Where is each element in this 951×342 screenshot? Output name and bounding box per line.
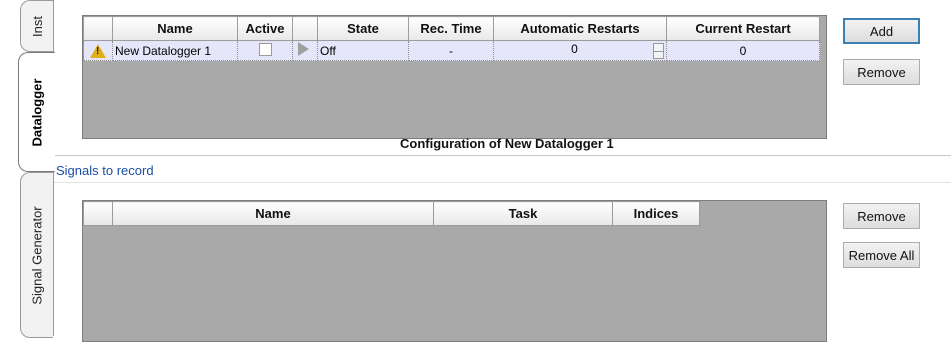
column-header-current-restart[interactable]: Current Restart: [666, 16, 820, 41]
tab-signal-generator[interactable]: Signal Generator: [20, 172, 53, 338]
warning-icon: [90, 43, 106, 58]
row-header-column: [83, 16, 113, 41]
cell-active[interactable]: [237, 40, 293, 61]
signals-grid-header: Name Task Indices: [83, 201, 700, 226]
vertical-tab-strip: Inst Datalogger Signal Generator: [0, 0, 55, 338]
column-header-name[interactable]: Name: [112, 16, 238, 41]
add-button[interactable]: Add: [843, 18, 920, 44]
warning-icon-cell: [83, 40, 113, 61]
cell-rec-time[interactable]: -: [408, 40, 494, 61]
remove-all-button[interactable]: Remove All: [843, 242, 920, 268]
section-divider: [54, 155, 951, 156]
remove-datalogger-button[interactable]: Remove: [843, 59, 920, 85]
column-header-rec-time[interactable]: Rec. Time: [408, 16, 494, 41]
row-header-column: [83, 201, 113, 226]
cell-current-restart[interactable]: 0: [666, 40, 820, 61]
section-title: Configuration of New Datalogger 1: [400, 136, 614, 151]
tab-signal-generator-label: Signal Generator: [29, 205, 45, 305]
tab-inst-label: Inst: [29, 15, 45, 37]
column-header-indices[interactable]: Indices: [612, 201, 700, 226]
datalogger-grid[interactable]: Name Active State Rec. Time Automatic Re…: [82, 15, 827, 139]
cell-play[interactable]: [292, 40, 318, 61]
tab-inst[interactable]: Inst: [20, 0, 53, 52]
signals-grid[interactable]: Name Task Indices: [82, 200, 827, 342]
group-divider: [54, 182, 951, 183]
table-row[interactable]: New Datalogger 1 Off - 0 0: [83, 40, 820, 61]
active-checkbox[interactable]: [258, 42, 272, 56]
column-header-task[interactable]: Task: [433, 201, 613, 226]
group-label-signals[interactable]: Signals to record: [56, 163, 154, 178]
tab-datalogger-label: Datalogger: [29, 78, 45, 146]
cell-name[interactable]: New Datalogger 1: [112, 40, 238, 61]
column-header-automatic-restarts[interactable]: Automatic Restarts: [493, 16, 667, 41]
spinner-icon[interactable]: [653, 43, 664, 59]
column-header-signal-name[interactable]: Name: [112, 201, 434, 226]
cell-automatic-restarts[interactable]: 0: [493, 40, 667, 61]
cell-state[interactable]: Off: [317, 40, 409, 61]
column-header-play: [292, 16, 318, 41]
automatic-restarts-value[interactable]: 0: [571, 42, 578, 56]
column-header-state[interactable]: State: [317, 16, 409, 41]
remove-signal-button[interactable]: Remove: [843, 203, 920, 229]
tab-datalogger[interactable]: Datalogger: [18, 52, 55, 172]
play-icon[interactable]: [298, 42, 309, 56]
datalogger-grid-header: Name Active State Rec. Time Automatic Re…: [83, 16, 820, 41]
column-header-active[interactable]: Active: [237, 16, 293, 41]
